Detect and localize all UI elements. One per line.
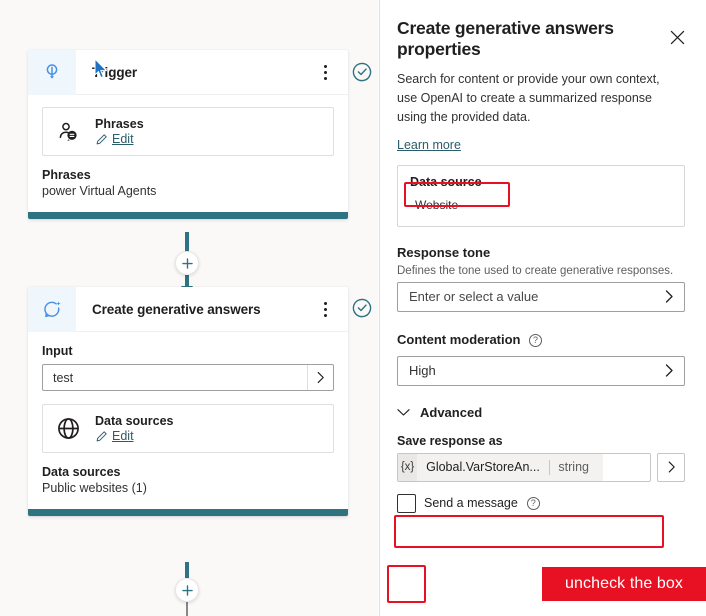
person-chat-icon — [55, 120, 81, 144]
data-source-card[interactable]: Data source Website — [397, 164, 685, 227]
data-sources-summary-value: Public websites (1) — [42, 481, 147, 495]
trigger-summary-value: power Virtual Agents — [42, 184, 157, 198]
trigger-node-footer-bar — [28, 212, 348, 219]
data-source-card-title: Data source — [410, 174, 482, 189]
data-sources-title: Data sources — [95, 414, 174, 428]
chevron-right-icon[interactable] — [654, 289, 684, 304]
properties-panel: Create generative answers properties Sea… — [379, 0, 706, 616]
trigger-phrases-texts: Phrases Edit — [95, 117, 144, 146]
generative-answers-icon — [28, 286, 76, 332]
add-node-button-1[interactable] — [175, 251, 199, 275]
input-label: Input — [42, 344, 73, 358]
response-tone-select[interactable]: Enter or select a value — [397, 281, 685, 312]
pencil-icon — [96, 430, 107, 441]
generative-answers-node-title: Create generative answers — [92, 301, 261, 317]
app-root: Trigger Phrases Edit Phrases power Virtu… — [0, 0, 706, 616]
chevron-right-icon[interactable] — [654, 363, 684, 378]
close-icon[interactable] — [668, 28, 686, 46]
content-moderation-label: Content moderation — [397, 331, 521, 347]
trigger-phrases-edit-row[interactable]: Edit — [95, 132, 144, 146]
data-sources-edit-link[interactable]: Edit — [112, 429, 134, 443]
save-response-section: Save response as {x} Global.VarStoreAn..… — [397, 434, 685, 513]
add-node-button-2[interactable] — [175, 578, 199, 602]
chevron-down-icon — [397, 404, 410, 422]
trigger-phrases-subcard[interactable]: Phrases Edit — [42, 107, 334, 156]
advanced-section-toggle[interactable]: Advanced — [397, 404, 685, 422]
check-circle-icon-trigger — [352, 62, 372, 82]
callout-uncheck-the-box: uncheck the box — [542, 567, 706, 601]
trigger-pin-icon — [28, 49, 76, 95]
send-message-row[interactable]: Send a message ? — [397, 493, 685, 513]
trigger-node-header[interactable]: Trigger — [28, 49, 348, 95]
chevron-right-icon[interactable] — [307, 365, 333, 390]
data-sources-subcard[interactable]: Data sources Edit — [42, 404, 334, 453]
content-moderation-section: Content moderation ? High — [397, 331, 685, 386]
data-sources-texts: Data sources Edit — [95, 414, 174, 443]
panel-title: Create generative answers properties — [397, 18, 614, 60]
content-moderation-select[interactable]: High — [397, 355, 685, 386]
connector-2-line-top — [185, 562, 189, 578]
flow-canvas[interactable]: Trigger Phrases Edit Phrases power Virtu… — [0, 0, 378, 616]
save-response-label: Save response as — [397, 433, 503, 448]
content-moderation-label-row: Content moderation ? — [397, 331, 685, 349]
response-tone-help: Defines the tone used to create generati… — [397, 264, 674, 277]
info-icon[interactable]: ? — [528, 333, 542, 347]
pencil-icon — [96, 133, 107, 144]
data-sources-summary-key: Data sources — [42, 465, 121, 479]
trigger-summary-key: Phrases — [42, 168, 91, 182]
response-tone-placeholder: Enter or select a value — [409, 289, 539, 305]
data-source-card-value: Website — [415, 197, 459, 212]
variable-name: Global.VarStoreAn... — [426, 460, 540, 475]
data-sources-edit-row[interactable]: Edit — [95, 429, 174, 443]
generative-answers-node-header[interactable]: Create generative answers — [28, 286, 348, 332]
content-moderation-value: High — [409, 363, 436, 379]
panel-description: Search for content or provide your own c… — [397, 71, 660, 124]
input-field-value: test — [53, 370, 74, 385]
connector-1-line-top — [185, 232, 189, 252]
variable-token-icon: {x} — [398, 453, 418, 481]
generative-answers-node-body: Input test Data sources Edit Data source… — [28, 332, 348, 509]
save-response-variable-row[interactable]: {x} Global.VarStoreAn... string — [397, 452, 685, 482]
variable-type: string — [558, 460, 589, 475]
variable-chip[interactable]: {x} Global.VarStoreAn... string — [398, 453, 603, 481]
trigger-summary: Phrases power Virtual Agents — [42, 168, 334, 198]
generative-answers-node-footer-bar — [28, 509, 348, 516]
connector-2-line-bottom — [186, 602, 188, 616]
send-message-label: Send a message — [424, 496, 518, 511]
generative-answers-node[interactable]: Create generative answers Input test Dat… — [28, 286, 348, 516]
trigger-node-menu-button[interactable] — [314, 50, 336, 95]
save-response-chevron-right-icon[interactable] — [657, 452, 685, 482]
trigger-phrases-edit-link[interactable]: Edit — [112, 132, 134, 146]
trigger-node[interactable]: Trigger Phrases Edit Phrases power Virtu… — [28, 49, 348, 219]
check-circle-icon-action — [352, 298, 372, 318]
response-tone-label: Response tone — [397, 244, 491, 260]
advanced-label: Advanced — [420, 405, 483, 421]
generative-answers-node-menu-button[interactable] — [314, 287, 336, 332]
globe-icon — [55, 416, 81, 441]
trigger-node-title: Trigger — [92, 64, 138, 80]
trigger-node-body: Phrases Edit Phrases power Virtual Agent… — [28, 95, 348, 212]
data-sources-summary: Data sources Public websites (1) — [42, 465, 334, 495]
save-response-variable-field[interactable]: {x} Global.VarStoreAn... string — [397, 452, 651, 482]
trigger-phrases-title: Phrases — [95, 117, 144, 131]
learn-more-link[interactable]: Learn more — [397, 138, 461, 152]
input-field[interactable]: test — [42, 364, 334, 391]
send-message-checkbox[interactable] — [397, 493, 416, 513]
response-tone-section: Response tone Defines the tone used to c… — [397, 245, 685, 312]
info-icon[interactable]: ? — [526, 496, 540, 510]
